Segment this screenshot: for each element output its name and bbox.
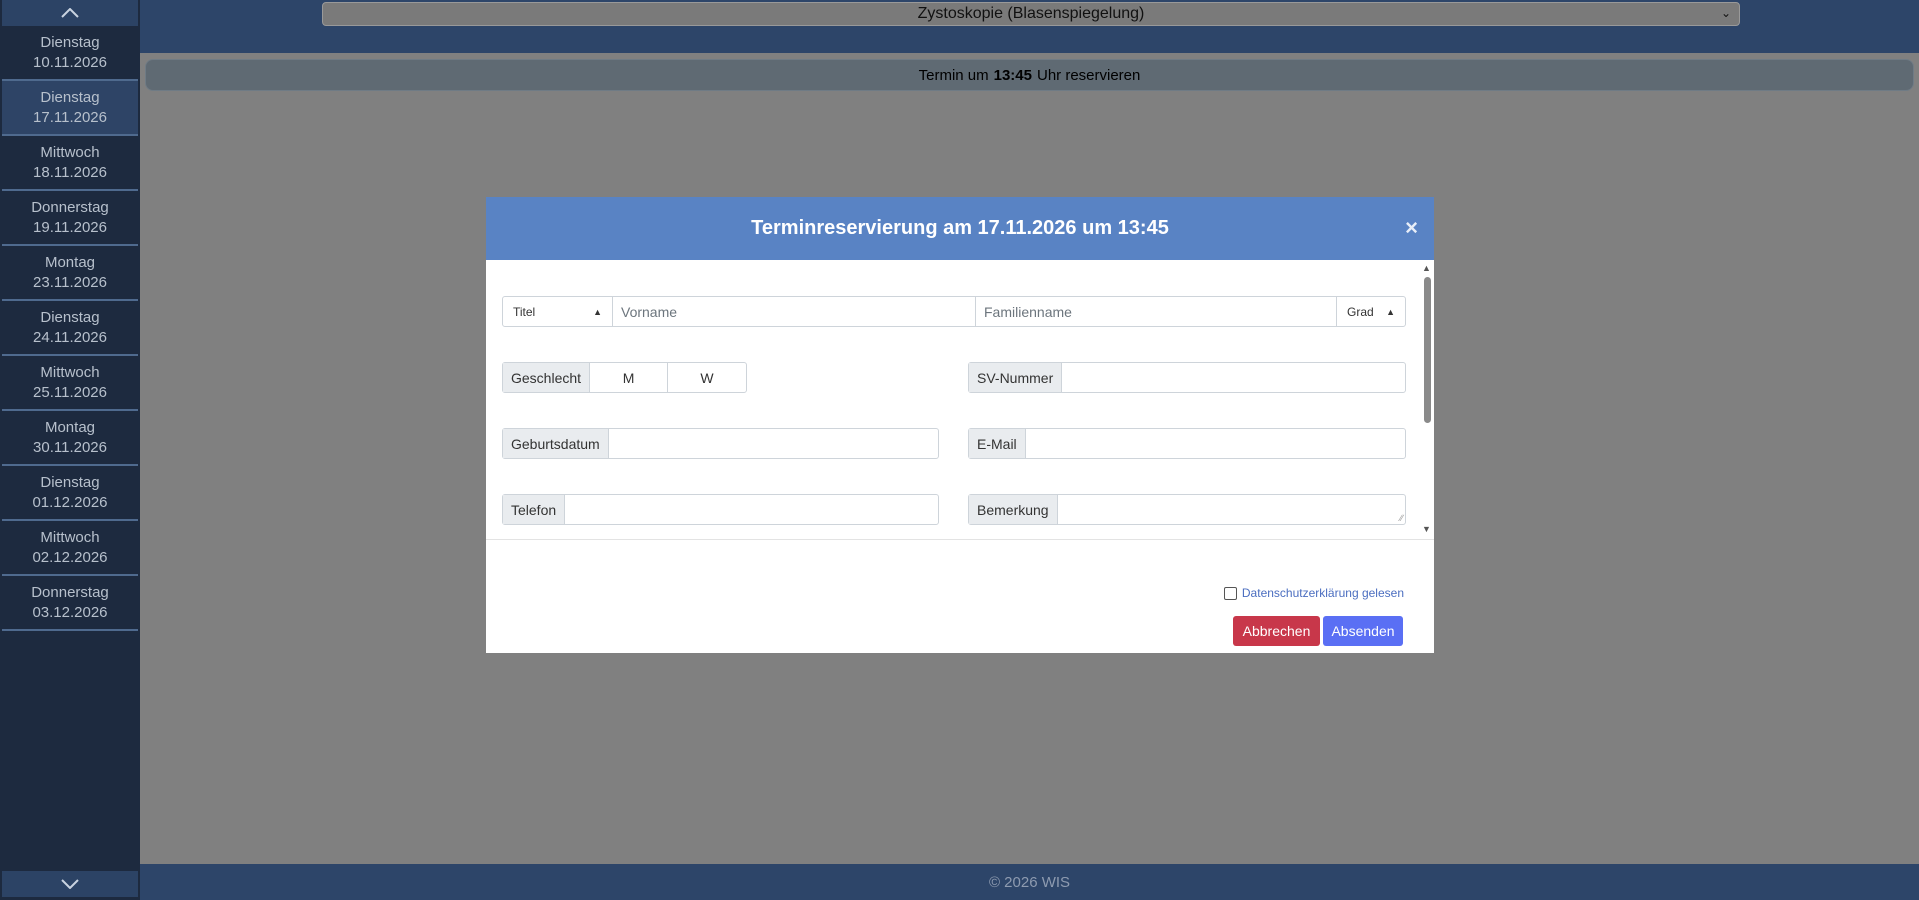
sidebar-date-item[interactable]: Donnerstag 03.12.2026 [2, 576, 138, 631]
resize-handle-icon[interactable]: ∕∕ [1400, 513, 1403, 523]
sv-label: SV-Nummer [969, 363, 1063, 392]
privacy-checkbox[interactable] [1223, 586, 1237, 600]
service-select-value: Zystoskopie (Blasenspiegelung) [917, 5, 1145, 22]
degree-select-value: Grad [1347, 304, 1374, 319]
sidebar-date-item[interactable]: Dienstag 10.11.2026 [2, 26, 138, 81]
sidebar-item-day: Donnerstag [31, 583, 109, 601]
sidebar-date-item[interactable]: Dienstag 24.11.2026 [2, 301, 138, 356]
date-list: Dienstag 10.11.2026 Dienstag 17.11.2026 Mitt… [0, 26, 140, 631]
sidebar-date-item[interactable]: Montag 30.11.2026 [2, 411, 138, 466]
close-icon[interactable]: × [1405, 215, 1418, 241]
sidebar-date-item[interactable]: Donnerstag 19.11.2026 [2, 191, 138, 246]
reserve-suffix: Uhr reservieren [1037, 66, 1141, 84]
reserve-time: 13:45 [993, 66, 1032, 84]
sidebar-item-date: 19.11.2026 [33, 218, 107, 236]
chevron-up-icon [61, 8, 79, 18]
sidebar-item-date: 10.11.2026 [33, 53, 107, 71]
reserve-slot-button[interactable]: Termin um 13:45 Uhr reservieren [145, 59, 1914, 91]
phone-label: Telefon [503, 495, 566, 524]
date-sidebar: Dienstag 10.11.2026 Dienstag 17.11.2026 Mitt… [0, 0, 140, 900]
degree-select[interactable]: Grad ▲ [1337, 297, 1405, 326]
sidebar-item-day: Dienstag [40, 308, 100, 326]
sidebar-item-day: Dienstag [40, 88, 100, 106]
sidebar-item-date: 30.11.2026 [33, 438, 107, 456]
modal-title: Terminreservierung am 17.11.2026 um 13:4… [751, 217, 1169, 239]
modal-form: Titel ▲ Vorname Familienname Grad ▲ Gesc… [486, 260, 1434, 540]
sort-icon: ▲ [593, 306, 602, 317]
gender-w-button[interactable]: W [668, 363, 746, 392]
gender-label: Geschlecht [503, 363, 591, 392]
chevron-down-icon: ⌄ [1720, 6, 1731, 20]
phone-group: Telefon [502, 494, 939, 525]
sidebar-item-day: Montag [44, 253, 96, 271]
sidebar-item-day: Mittwoch [40, 363, 100, 381]
title-select[interactable]: Titel ▲ [503, 297, 613, 326]
sidebar-item-day: Montag [44, 418, 96, 436]
sidebar-item-day: Mittwoch [40, 528, 100, 546]
gender-group: Geschlecht M W [502, 362, 747, 393]
scroll-down-button[interactable] [2, 871, 138, 897]
lastname-input[interactable]: Familienname [976, 297, 1337, 326]
reservation-modal: Terminreservierung am 17.11.2026 um 13:4… [486, 197, 1434, 653]
email-label: E-Mail [969, 429, 1026, 458]
cancel-button[interactable]: Abbrechen [1233, 616, 1320, 646]
chevron-down-icon [61, 879, 79, 889]
sidebar-date-item[interactable]: Mittwoch 18.11.2026 [2, 136, 138, 191]
note-label: Bemerkung [969, 495, 1058, 524]
copyright-text: © 2026 WIS [988, 873, 1071, 891]
sidebar-date-item[interactable]: Montag 23.11.2026 [2, 246, 138, 301]
privacy-label[interactable]: Datenschutzerklärung gelesen [1242, 586, 1404, 600]
birthdate-label: Geburtsdatum [503, 429, 609, 458]
footer: © 2026 WIS [140, 864, 1919, 900]
scroll-up-button[interactable] [2, 0, 138, 26]
modal-header: Terminreservierung am 17.11.2026 um 13:4… [486, 197, 1434, 260]
birthdate-input[interactable] [609, 429, 938, 458]
gender-m-button[interactable]: M [590, 363, 669, 392]
email-group: E-Mail [968, 428, 1406, 459]
note-group: Bemerkung ∕∕ [968, 494, 1406, 525]
sidebar-item-date: 17.11.2026 [33, 108, 107, 126]
reserve-prefix: Termin um [918, 66, 989, 84]
sidebar-item-day: Dienstag [40, 33, 100, 51]
sidebar-item-date: 03.12.2026 [32, 603, 108, 621]
sidebar-item-day: Donnerstag [31, 198, 109, 216]
modal-footer: Datenschutzerklärung gelesen Abbrechen A… [486, 540, 1434, 652]
sidebar-item-date: 02.12.2026 [32, 548, 108, 566]
send-button[interactable]: Absenden [1323, 616, 1403, 646]
sidebar-item-date: 18.11.2026 [33, 163, 107, 181]
sidebar-item-date: 24.11.2026 [33, 328, 107, 346]
top-bar: Zystoskopie (Blasenspiegelung) ⌄ [140, 0, 1919, 53]
birthdate-group: Geburtsdatum [502, 428, 939, 459]
sidebar-date-item[interactable]: Dienstag 17.11.2026 [2, 81, 138, 136]
email-input[interactable] [1026, 429, 1405, 458]
sv-group: SV-Nummer [968, 362, 1406, 393]
scroll-thumb[interactable] [1424, 277, 1431, 423]
phone-input[interactable] [565, 495, 938, 524]
sidebar-item-day: Dienstag [40, 473, 100, 491]
sidebar-item-day: Mittwoch [40, 143, 100, 161]
scroll-up-arrow-icon[interactable]: ▲ [1422, 263, 1431, 273]
modal-scrollbar[interactable]: ▲ ▼ [1420, 260, 1434, 539]
sidebar-date-item[interactable]: Mittwoch 02.12.2026 [2, 521, 138, 576]
sidebar-item-date: 01.12.2026 [32, 493, 108, 511]
sidebar-date-item[interactable]: Mittwoch 25.11.2026 [2, 356, 138, 411]
scroll-down-arrow-icon[interactable]: ▼ [1422, 524, 1431, 534]
title-select-value: Titel [513, 304, 536, 319]
sv-input[interactable] [1062, 363, 1405, 392]
privacy-consent[interactable]: Datenschutzerklärung gelesen [1223, 586, 1404, 600]
note-textarea[interactable]: ∕∕ [1058, 495, 1405, 524]
firstname-input[interactable]: Vorname [613, 297, 976, 326]
sort-icon: ▲ [1386, 306, 1395, 317]
name-group: Titel ▲ Vorname Familienname Grad ▲ [502, 296, 1406, 327]
firstname-placeholder: Vorname [621, 303, 678, 320]
sidebar-item-date: 23.11.2026 [33, 273, 107, 291]
sidebar-date-item[interactable]: Dienstag 01.12.2026 [2, 466, 138, 521]
sidebar-item-date: 25.11.2026 [33, 383, 107, 401]
service-select[interactable]: Zystoskopie (Blasenspiegelung) ⌄ [322, 2, 1740, 26]
lastname-placeholder: Familienname [984, 303, 1072, 320]
